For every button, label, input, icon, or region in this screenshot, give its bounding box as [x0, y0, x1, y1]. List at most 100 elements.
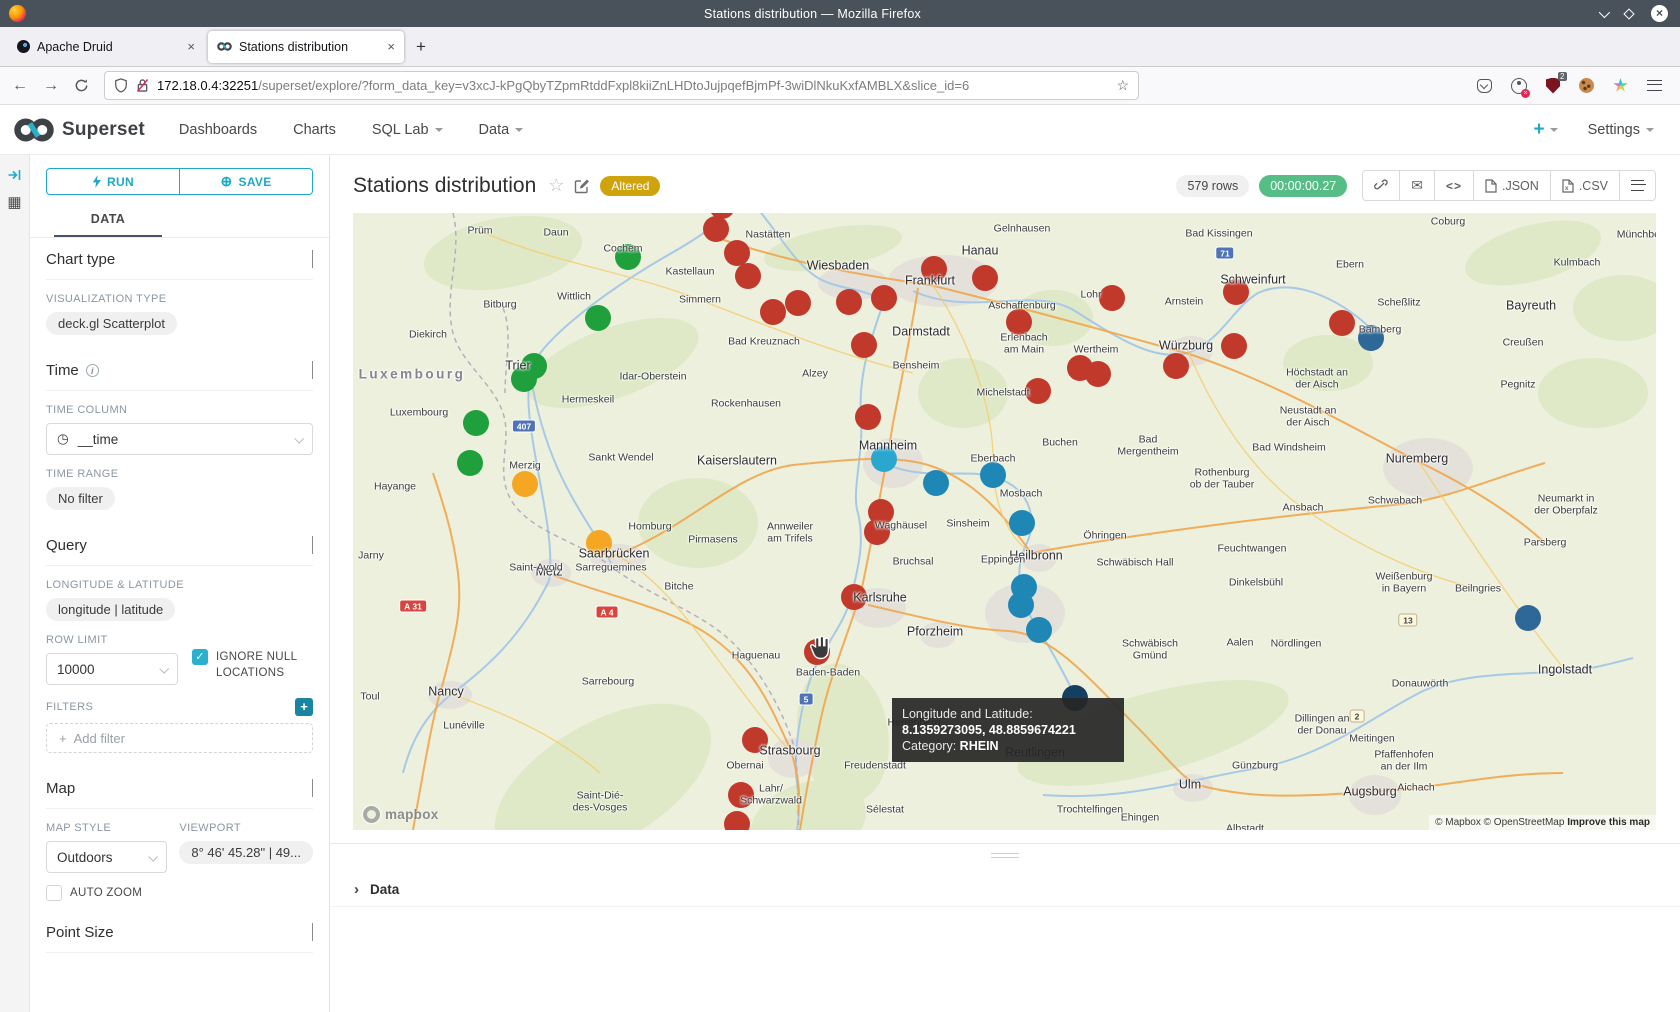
- map-point-red[interactable]: [836, 289, 862, 315]
- section-query[interactable]: Query: [46, 524, 313, 566]
- map-point-blue[interactable]: [923, 470, 949, 496]
- map-point-green[interactable]: [463, 410, 489, 436]
- map-point-red[interactable]: [1025, 378, 1051, 404]
- run-button[interactable]: RUN: [46, 168, 180, 195]
- map-point-orange[interactable]: [586, 530, 612, 556]
- map-point-red[interactable]: [921, 256, 947, 282]
- map-point-red[interactable]: [1223, 279, 1249, 305]
- map-point-navy[interactable]: [1358, 325, 1384, 351]
- superset-logo[interactable]: Superset: [14, 117, 145, 143]
- settings-menu[interactable]: Settings: [1588, 122, 1654, 138]
- map-point-red[interactable]: [703, 216, 729, 242]
- forward-icon[interactable]: →: [43, 77, 59, 95]
- map-point-red[interactable]: [841, 584, 867, 610]
- nav-sql-lab[interactable]: SQL Lab: [372, 122, 443, 138]
- map-point-blue[interactable]: [1026, 617, 1052, 643]
- window-close-icon[interactable]: ×: [1651, 5, 1668, 22]
- nav-dashboards[interactable]: Dashboards: [179, 122, 257, 138]
- ublock-icon[interactable]: 2: [1546, 78, 1560, 94]
- section-map[interactable]: Map: [46, 767, 313, 809]
- add-filter-box[interactable]: + Add filter: [46, 723, 313, 753]
- data-collapse-row[interactable]: › Data: [330, 873, 1680, 907]
- collapse-panel-icon[interactable]: [7, 168, 22, 182]
- auto-zoom-checkbox[interactable]: [46, 885, 62, 901]
- map-point-red[interactable]: [1099, 285, 1125, 311]
- map-point-red[interactable]: [1085, 361, 1111, 387]
- map-point-red[interactable]: [851, 332, 877, 358]
- map-point-green[interactable]: [511, 366, 537, 392]
- map-point-blue[interactable]: [980, 462, 1006, 488]
- time-range-value[interactable]: No filter: [46, 487, 115, 510]
- map-point-red[interactable]: [1329, 310, 1355, 336]
- export-csv-button[interactable]: x .CSV: [1550, 171, 1619, 200]
- map-point-orange[interactable]: [512, 471, 538, 497]
- map-point-blue[interactable]: [1009, 510, 1035, 536]
- attribution-mapbox[interactable]: © Mapbox: [1435, 817, 1484, 828]
- map-point-red[interactable]: [972, 265, 998, 291]
- ignore-null-checkbox[interactable]: ✓: [192, 649, 208, 665]
- dataset-grid-icon[interactable]: ▦: [7, 195, 21, 210]
- favorite-star-icon[interactable]: ☆: [548, 175, 564, 196]
- nav-data[interactable]: Data: [479, 122, 524, 138]
- email-button[interactable]: ✉: [1399, 171, 1434, 200]
- map-point-red[interactable]: [728, 782, 754, 808]
- tab-close-icon[interactable]: ×: [187, 39, 195, 54]
- map-point-red[interactable]: [760, 299, 786, 325]
- map-point-red[interactable]: [724, 240, 750, 266]
- map-point-red[interactable]: [735, 263, 761, 289]
- section-chart-type[interactable]: Chart type: [46, 238, 313, 280]
- map-point-blue[interactable]: [1008, 592, 1034, 618]
- mapbox-logo[interactable]: mapbox: [363, 806, 439, 823]
- window-minimize-icon[interactable]: [1599, 6, 1610, 17]
- account-icon[interactable]: [1511, 78, 1527, 94]
- altered-badge[interactable]: Altered: [600, 176, 660, 196]
- tab-apache-druid[interactable]: Apache Druid ×: [8, 31, 204, 63]
- map-point-green[interactable]: [615, 244, 641, 270]
- pocket-icon[interactable]: [1477, 79, 1492, 93]
- attribution-osm[interactable]: © OpenStreetMap: [1484, 817, 1568, 828]
- tab-data[interactable]: DATA: [54, 203, 162, 237]
- map-point-red[interactable]: [871, 285, 897, 311]
- map-point-red[interactable]: [1163, 353, 1189, 379]
- save-button[interactable]: ⊕ SAVE: [180, 168, 313, 195]
- map-point-red[interactable]: [864, 519, 890, 545]
- url-bar[interactable]: 172.18.0.4:32251/superset/explore/?form_…: [104, 71, 1139, 100]
- browser-menu-icon[interactable]: [1647, 80, 1662, 91]
- window-maximize-icon[interactable]: [1623, 8, 1634, 19]
- export-json-button[interactable]: .JSON: [1473, 171, 1550, 200]
- cookie-extension-icon[interactable]: [1579, 78, 1594, 93]
- nav-charts[interactable]: Charts: [293, 122, 336, 138]
- map-point-darknavy[interactable]: [1062, 685, 1088, 711]
- map-point-green[interactable]: [457, 450, 483, 476]
- viewport-value[interactable]: 8° 46' 45.28" | 49...: [179, 841, 313, 864]
- bookmark-star-icon[interactable]: ☆: [1116, 77, 1129, 94]
- map-point-red[interactable]: [785, 290, 811, 316]
- map-point-green[interactable]: [585, 305, 611, 331]
- tab-close-icon[interactable]: ×: [387, 39, 395, 54]
- chart-menu-button[interactable]: [1619, 171, 1655, 200]
- pane-drag-handle[interactable]: [991, 853, 1019, 858]
- section-point-size[interactable]: Point Size: [46, 911, 313, 953]
- map-point-cyan[interactable]: [871, 446, 897, 472]
- new-tab-button[interactable]: +: [416, 37, 426, 57]
- map-point-red[interactable]: [742, 727, 768, 753]
- map-point-red[interactable]: [1221, 333, 1247, 359]
- row-limit-select[interactable]: 10000: [46, 653, 178, 685]
- map-style-select[interactable]: Outdoors: [46, 841, 167, 873]
- attribution-improve-link[interactable]: Improve this map: [1567, 817, 1650, 828]
- time-column-select[interactable]: ◷ __time: [46, 423, 313, 455]
- tab-stations-distribution[interactable]: Stations distribution ×: [208, 31, 404, 63]
- new-item-button[interactable]: +: [1533, 119, 1557, 141]
- map-point-red[interactable]: [724, 811, 750, 830]
- shield-icon[interactable]: [114, 78, 128, 93]
- edit-properties-icon[interactable]: [574, 178, 590, 194]
- lonlat-value[interactable]: longitude | latitude: [46, 598, 175, 621]
- add-filter-plus-button[interactable]: +: [295, 698, 313, 716]
- map-point-red[interactable]: [1006, 309, 1032, 335]
- map-point-red[interactable]: [804, 639, 830, 665]
- map-point-red[interactable]: [855, 404, 881, 430]
- back-icon[interactable]: ←: [12, 77, 28, 95]
- reload-icon[interactable]: [74, 78, 89, 93]
- embed-code-button[interactable]: <>: [1434, 171, 1473, 200]
- extension-sparkle-icon[interactable]: [1613, 78, 1628, 93]
